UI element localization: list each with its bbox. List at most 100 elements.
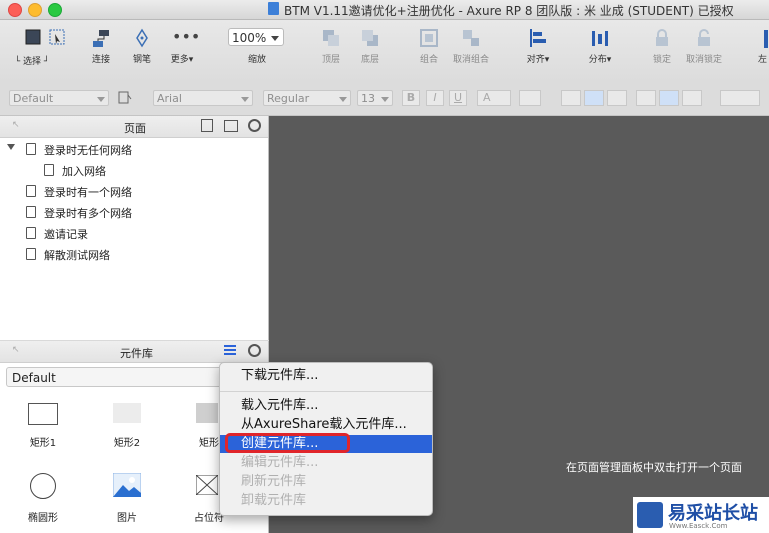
underline-button[interactable]: U xyxy=(449,90,467,106)
select-icon xyxy=(22,28,65,48)
add-page-icon[interactable] xyxy=(201,119,213,132)
search-icon[interactable] xyxy=(248,344,261,357)
top-label: 顶层 xyxy=(321,55,340,65)
zoom-label: 缩放 xyxy=(247,55,266,65)
pages-title: 页面 xyxy=(124,122,146,135)
font-select[interactable]: Arial xyxy=(153,90,253,106)
search-icon[interactable] xyxy=(248,119,261,132)
font-size-select[interactable]: 13 xyxy=(357,90,393,106)
page-item[interactable]: 登录时有多个网络 xyxy=(26,205,132,221)
bottom-label: 底层 xyxy=(360,55,379,65)
page-label: 登录时无任何网络 xyxy=(44,144,132,157)
format-painter-icon[interactable] xyxy=(118,91,132,105)
distribute-label: 分布▾ xyxy=(588,55,612,65)
connect-tool-button[interactable]: 连接 xyxy=(86,28,116,65)
zoom-control: 100% 缩放 xyxy=(228,28,286,65)
text-color-button[interactable]: A xyxy=(477,90,511,106)
weight-value: Regular xyxy=(267,92,310,105)
page-item[interactable]: 加入网络 xyxy=(44,163,106,179)
placeholder-widget[interactable] xyxy=(195,474,219,496)
left-label: 左 xyxy=(757,55,767,65)
expand-triangle-icon[interactable] xyxy=(7,144,15,150)
widget-label: 图片 xyxy=(117,513,137,524)
valign-top-button[interactable] xyxy=(636,90,656,106)
page-icon xyxy=(26,248,36,260)
chevron-down-icon xyxy=(271,36,279,41)
align-right-button[interactable] xyxy=(607,90,627,106)
underline-label: U xyxy=(453,91,463,104)
bring-front-icon xyxy=(321,28,341,48)
chevron-down-icon xyxy=(381,97,389,102)
collapse-icon[interactable]: ↖ xyxy=(12,120,20,130)
add-folder-icon[interactable] xyxy=(224,120,238,132)
page-item[interactable]: 登录时有一个网络 xyxy=(26,184,132,200)
bring-to-front-button[interactable]: 顶层 xyxy=(316,28,346,65)
ungroup-icon xyxy=(461,28,481,48)
rectangle1-widget[interactable] xyxy=(28,403,58,425)
rectangle2-widget[interactable] xyxy=(113,403,141,423)
bullet-list-button[interactable] xyxy=(519,90,541,106)
italic-label: I xyxy=(433,91,437,104)
style-select[interactable]: Default xyxy=(9,90,109,106)
page-label: 邀请记录 xyxy=(44,228,88,241)
menu-item-load-library[interactable]: 载入元件库... xyxy=(220,397,432,415)
highlight-annotation xyxy=(225,433,350,453)
ellipse-widget[interactable] xyxy=(30,473,56,499)
menu-item-edit-library[interactable]: 编辑元件库... xyxy=(220,454,432,472)
unlock-label: 取消锁定 xyxy=(685,55,722,65)
italic-button[interactable]: I xyxy=(426,90,444,106)
align-label: 对齐▾ xyxy=(526,55,550,65)
page-label: 加入网络 xyxy=(62,165,106,178)
align-button[interactable]: 对齐▾ xyxy=(523,28,553,65)
collapse-icon[interactable]: ↖ xyxy=(12,345,20,355)
unlock-button[interactable]: 取消锁定 xyxy=(684,28,724,65)
more-label: 更多▾ xyxy=(170,55,194,65)
bold-label: B xyxy=(406,91,416,104)
pen-tool-button[interactable]: 钢笔 xyxy=(127,28,157,65)
placeholder-icon xyxy=(195,474,219,496)
send-to-back-button[interactable]: 底层 xyxy=(355,28,385,65)
page-label: 解散测试网络 xyxy=(44,249,110,262)
window-title: BTM V1.11邀请优化+注册优化 - Axure RP 8 团队版 : 米 … xyxy=(284,4,734,18)
rectangle3-widget[interactable] xyxy=(196,403,218,423)
page-item[interactable]: 登录时无任何网络 xyxy=(26,142,132,158)
ungroup-label: 取消组合 xyxy=(452,55,489,65)
font-value: Arial xyxy=(157,92,182,105)
page-item[interactable]: 解散测试网络 xyxy=(26,247,110,263)
close-window-button[interactable] xyxy=(8,3,22,17)
font-weight-select[interactable]: Regular xyxy=(263,90,351,106)
chevron-down-icon xyxy=(339,97,347,102)
valign-middle-button[interactable] xyxy=(659,90,679,106)
align-left-button[interactable] xyxy=(561,90,581,106)
bold-button[interactable]: B xyxy=(402,90,420,106)
fill-color-button[interactable] xyxy=(720,90,760,106)
image-icon xyxy=(112,472,142,498)
ungroup-button[interactable]: 取消组合 xyxy=(451,28,491,65)
chevron-down-icon xyxy=(241,97,249,102)
select-tool-button[interactable]: └ 选择 ┘ xyxy=(8,28,65,67)
valign-bottom-button[interactable] xyxy=(682,90,702,106)
lock-button[interactable]: 锁定 xyxy=(647,28,677,65)
zoom-select[interactable]: 100% xyxy=(228,28,284,46)
minimize-window-button[interactable] xyxy=(28,3,42,17)
align-center-button[interactable] xyxy=(584,90,604,106)
watermark-subtext: Www.Easck.Com xyxy=(669,522,728,530)
page-item[interactable]: 邀请记录 xyxy=(26,226,88,242)
menu-item-load-from-axureshare[interactable]: 从AxureShare载入元件库... xyxy=(220,416,432,434)
zoom-value: 100% xyxy=(232,31,267,45)
group-icon xyxy=(419,28,439,48)
left-button[interactable]: 左 xyxy=(756,28,769,65)
page-icon xyxy=(26,227,36,239)
image-widget[interactable] xyxy=(112,472,142,498)
menu-item-unload-library[interactable]: 卸载元件库 xyxy=(220,492,432,510)
widget-label: 矩形2 xyxy=(113,438,141,449)
menu-item-download-library[interactable]: 下载元件库... xyxy=(220,367,432,385)
distribute-button[interactable]: 分布▾ xyxy=(585,28,615,65)
more-tools-button[interactable]: ••• 更多▾ xyxy=(166,28,201,66)
group-button[interactable]: 组合 xyxy=(414,28,444,65)
text-color-label: A xyxy=(483,91,491,104)
menu-item-refresh-library[interactable]: 刷新元件库 xyxy=(220,473,432,491)
zoom-window-button[interactable] xyxy=(48,3,62,17)
menu-icon[interactable] xyxy=(224,345,236,347)
pen-icon xyxy=(132,28,152,48)
